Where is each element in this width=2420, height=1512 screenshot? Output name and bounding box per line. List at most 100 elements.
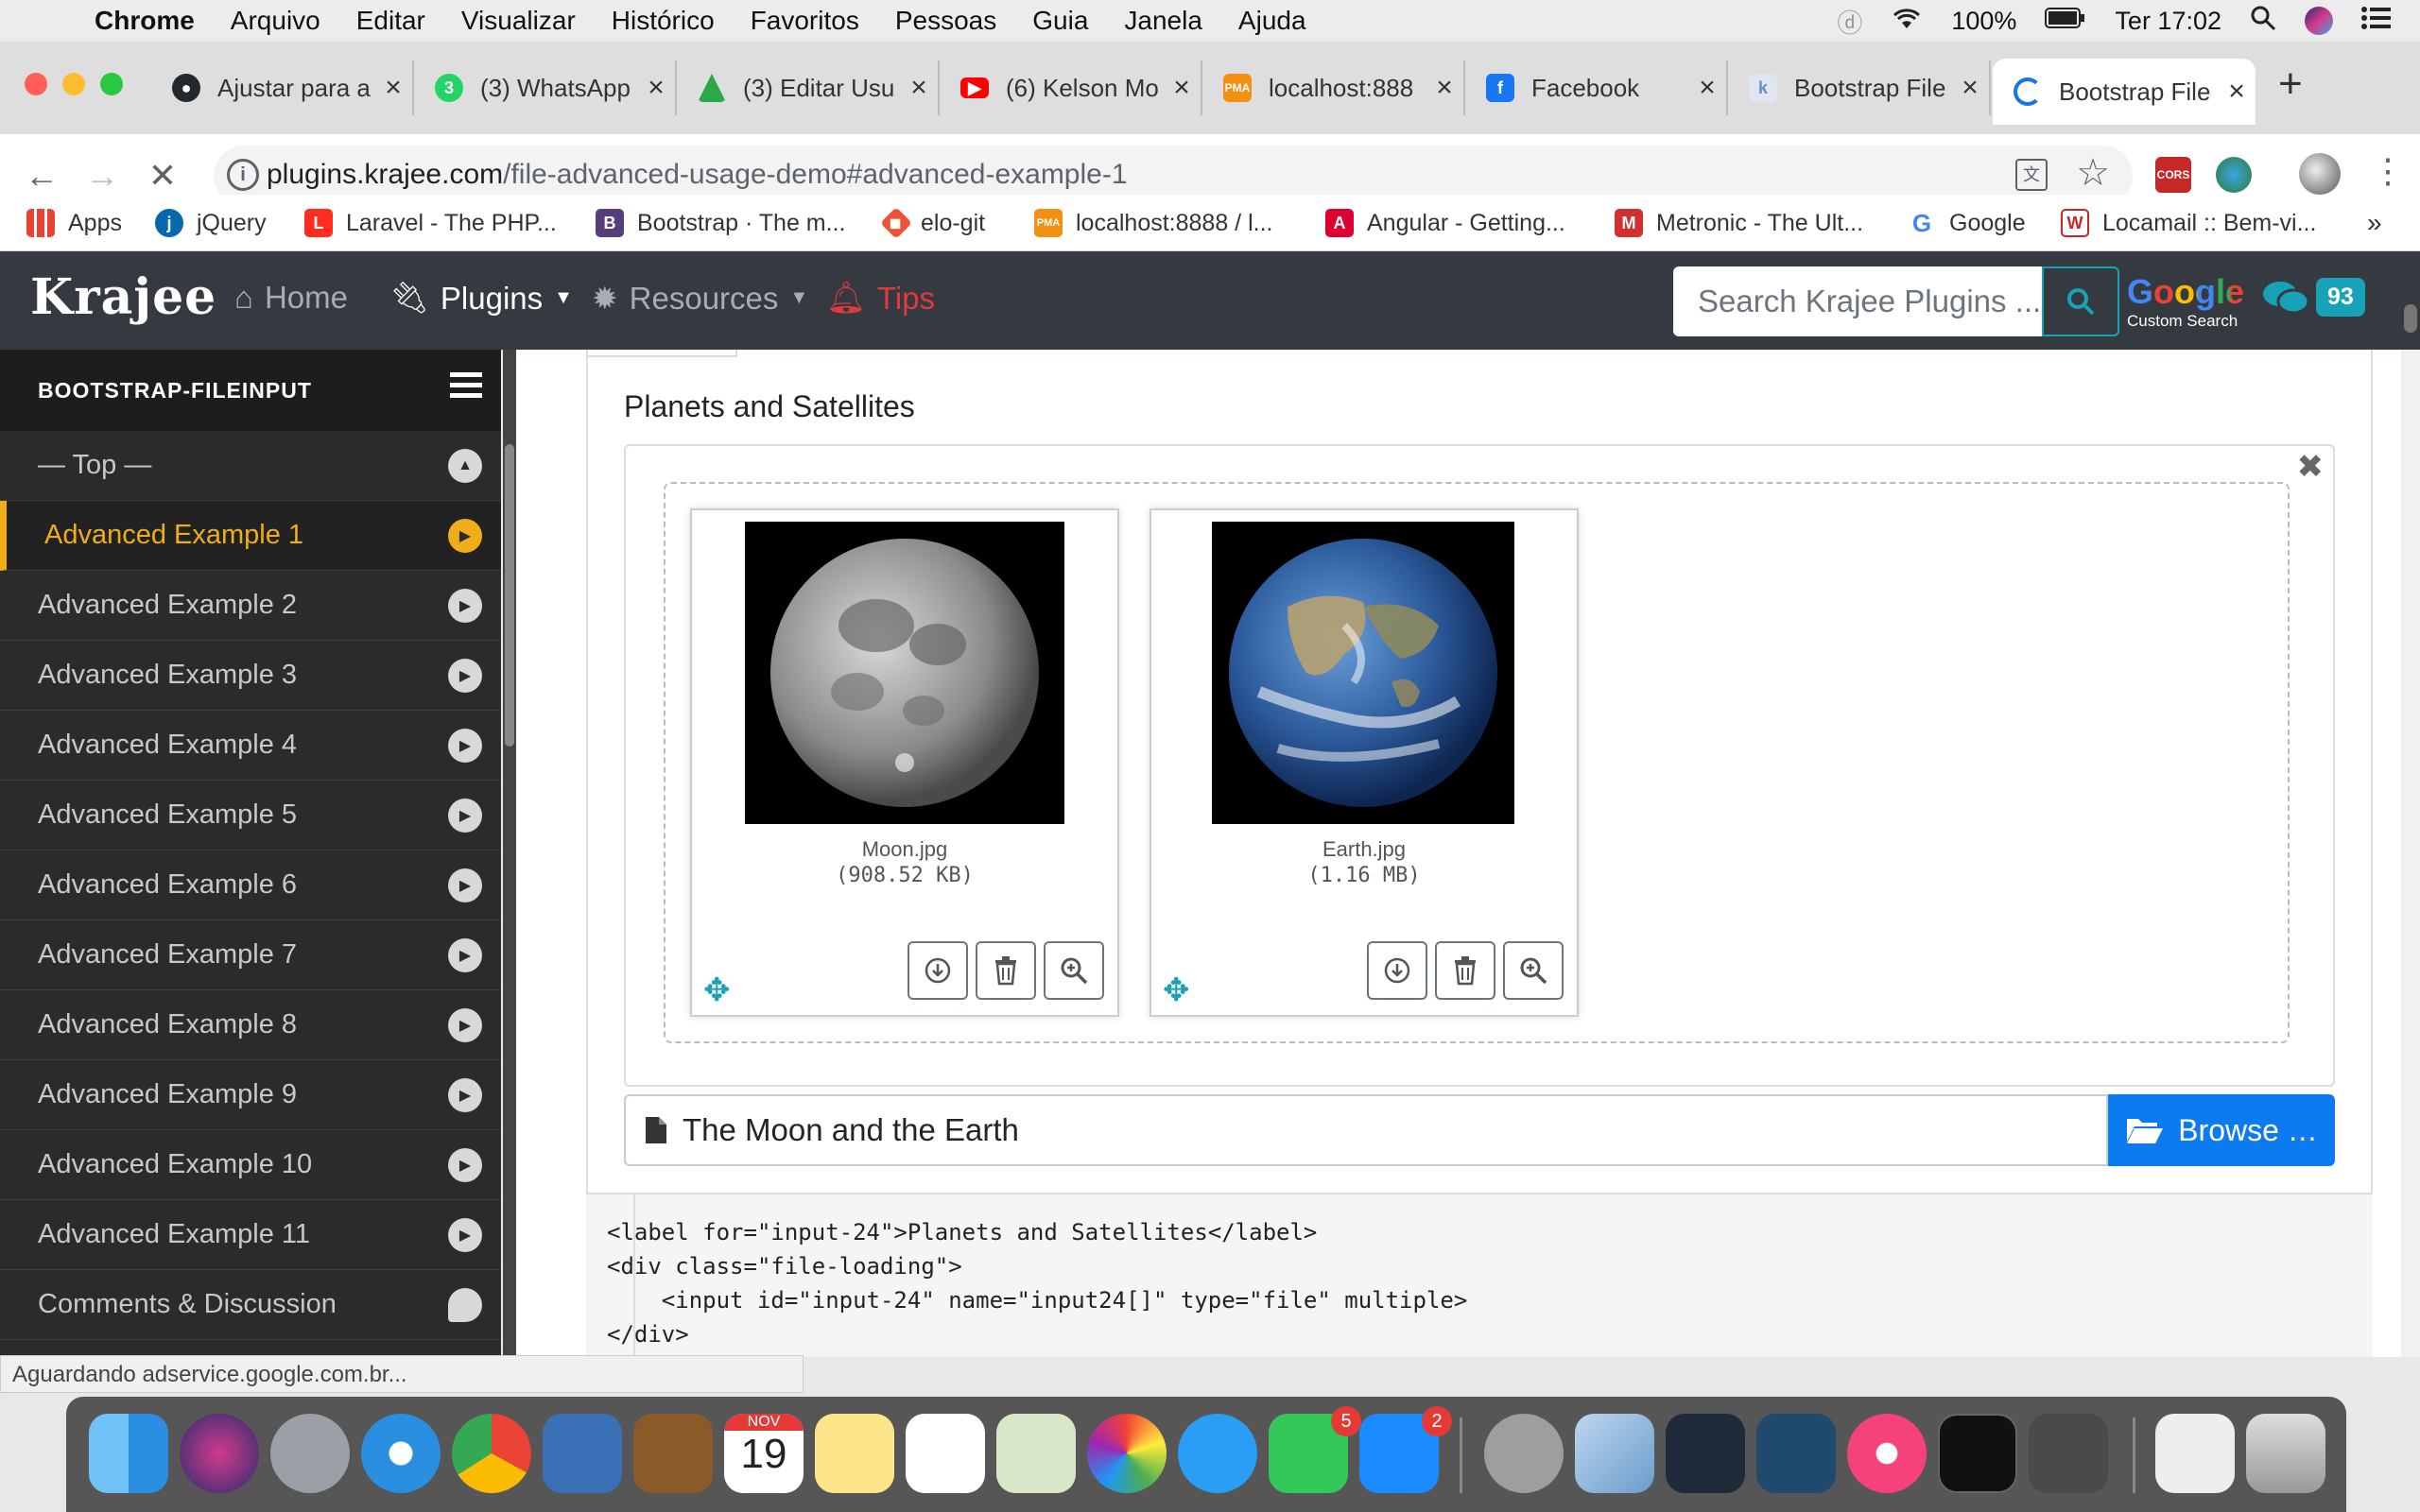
tab-facebook[interactable]: f Facebook ×: [1465, 60, 1728, 115]
tab-whatsapp[interactable]: 3 (3) WhatsApp ×: [414, 60, 677, 115]
bookmark-apps[interactable]: Apps: [26, 204, 122, 242]
siri-dock-icon[interactable]: [180, 1414, 259, 1493]
menu-historico[interactable]: Histórico: [612, 6, 715, 36]
delete-button[interactable]: [1435, 941, 1495, 1000]
tab-bootstrap-file-1[interactable]: k Bootstrap File ×: [1728, 60, 1991, 115]
sidebar-item-advanced-example-5[interactable]: Advanced Example 5 ▶: [0, 781, 501, 850]
page-scrollbar[interactable]: [2401, 350, 2420, 1357]
bookmark-angular[interactable]: A Angular - Getting...: [1325, 204, 1565, 242]
menu-editar[interactable]: Editar: [356, 6, 425, 36]
stop-loading-button[interactable]: ✕: [140, 153, 185, 198]
comments-button[interactable]: 93: [2261, 278, 2365, 317]
menu-guia[interactable]: Guia: [1032, 6, 1088, 36]
bookmarks-overflow-icon[interactable]: »: [2367, 204, 2382, 242]
finder-icon[interactable]: [89, 1414, 168, 1493]
chrome-dock-icon[interactable]: [452, 1414, 531, 1493]
krajee-logo[interactable]: Krajee: [30, 268, 216, 326]
window-close-button[interactable]: [25, 73, 47, 95]
file-caption-input[interactable]: The Moon and the Earth: [624, 1094, 2108, 1166]
nav-resources[interactable]: ✹ Resources ▼: [592, 280, 808, 317]
new-tab-button[interactable]: +: [2278, 60, 2303, 108]
sidebar-scrollbar-thumb[interactable]: [505, 444, 514, 747]
tab-editar-usuario[interactable]: (3) Editar Usu ×: [677, 60, 940, 115]
nav-home[interactable]: ⌂ Home: [234, 280, 348, 316]
virtualbox-cube-icon[interactable]: [1575, 1414, 1654, 1493]
tab-close-icon[interactable]: ×: [900, 72, 938, 104]
tab-close-icon[interactable]: ×: [2218, 76, 2256, 108]
window-zoom-button[interactable]: [100, 73, 123, 95]
menu-arquivo[interactable]: Arquivo: [231, 6, 320, 36]
bookmark-star-icon[interactable]: ☆: [2076, 151, 2110, 195]
sidebar-item-top[interactable]: — Top — ▲: [0, 431, 501, 501]
translate-icon[interactable]: 文: [2015, 159, 2048, 191]
forward-button[interactable]: →: [79, 153, 125, 198]
photos-icon[interactable]: [1087, 1414, 1167, 1493]
zoom-button[interactable]: [1503, 941, 1564, 1000]
nav-plugins[interactable]: 🔌︎ Plugins ▼: [389, 280, 573, 317]
menu-favoritos[interactable]: Favoritos: [751, 6, 859, 36]
sidebar-item-advanced-example-7[interactable]: Advanced Example 7 ▶: [0, 920, 501, 990]
browse-button[interactable]: Browse …: [2108, 1094, 2335, 1166]
delete-button[interactable]: [976, 941, 1036, 1000]
calendar-icon[interactable]: NOV 19: [724, 1414, 804, 1493]
profile-avatar[interactable]: [2299, 153, 2341, 195]
file-drop-zone[interactable]: Moon.jpg (908.52 KB) ✥ Earth.jpg (1.16 M…: [664, 482, 2290, 1043]
bookmark-jquery[interactable]: j jQuery: [155, 204, 267, 242]
sidebar-item-advanced-example-1[interactable]: Advanced Example 1 ▶: [0, 501, 501, 571]
menu-pessoas[interactable]: Pessoas: [895, 6, 996, 36]
clear-preview-close-icon[interactable]: ✖: [2297, 448, 2325, 486]
messages-icon[interactable]: [1178, 1414, 1257, 1493]
mysql-workbench-icon[interactable]: [1756, 1414, 1836, 1493]
sidebar-item-advanced-example-11[interactable]: Advanced Example 11 ▶: [0, 1200, 501, 1270]
page-scrollbar-thumb[interactable]: [2404, 304, 2417, 333]
site-info-icon[interactable]: i: [227, 159, 259, 191]
contacts-icon[interactable]: [633, 1414, 713, 1493]
nav-tips[interactable]: 🔔︎ Tips: [826, 280, 935, 317]
bookmark-metronic[interactable]: M Metronic - The Ult...: [1615, 204, 1863, 242]
menu-ajuda[interactable]: Ajuda: [1238, 6, 1306, 36]
file-preview-thumbnail[interactable]: Moon.jpg (908.52 KB) ✥: [690, 508, 1119, 1017]
trash-dock-icon[interactable]: [2246, 1414, 2325, 1493]
globe-extension-icon[interactable]: [2216, 157, 2252, 193]
chrome-menu-icon[interactable]: ⋮: [2371, 151, 2405, 191]
sublime-text-icon[interactable]: [2029, 1414, 2108, 1493]
sidebar-item-advanced-example-10[interactable]: Advanced Example 10 ▶: [0, 1130, 501, 1200]
tab-close-icon[interactable]: ×: [374, 72, 412, 104]
tab-close-icon[interactable]: ×: [637, 72, 675, 104]
siri-icon[interactable]: [2305, 7, 2333, 35]
krajee-search-button[interactable]: [2042, 266, 2119, 336]
tab-close-icon[interactable]: ×: [1688, 72, 1726, 104]
menu-app-name[interactable]: Chrome: [95, 6, 195, 36]
spotlight-search-icon[interactable]: [2250, 5, 2276, 38]
file-preview-thumbnail[interactable]: Earth.jpg (1.16 MB) ✥: [1150, 508, 1579, 1017]
itunes-icon[interactable]: [1847, 1414, 1927, 1493]
safari-icon[interactable]: [361, 1414, 441, 1493]
menu-janela[interactable]: Janela: [1124, 6, 1202, 36]
download-button[interactable]: [908, 941, 968, 1000]
menu-visualizar[interactable]: Visualizar: [461, 6, 576, 36]
tableplus-elephant-icon[interactable]: [1484, 1414, 1564, 1493]
wifi-icon[interactable]: [1891, 6, 1923, 37]
sidebar-item-advanced-example-3[interactable]: Advanced Example 3 ▶: [0, 641, 501, 711]
drag-move-icon[interactable]: ✥: [703, 971, 731, 1009]
clock[interactable]: Ter 17:02: [2115, 7, 2221, 36]
tab-close-icon[interactable]: ×: [1163, 72, 1201, 104]
krajee-search-input[interactable]: Search Krajee Plugins ...: [1673, 266, 2042, 336]
battery-icon[interactable]: [2045, 7, 2086, 36]
notes-icon[interactable]: [815, 1414, 894, 1493]
sidebar-item-advanced-example-6[interactable]: Advanced Example 6 ▶: [0, 850, 501, 920]
zoom-button[interactable]: [1044, 941, 1104, 1000]
tab-close-icon[interactable]: ×: [1951, 72, 1989, 104]
tab-bootstrap-file-active[interactable]: Bootstrap File ×: [1993, 59, 2256, 125]
bookmark-bootstrap[interactable]: B Bootstrap · The m...: [596, 204, 845, 242]
bookmark-google[interactable]: G Google: [1908, 204, 2026, 242]
url-text[interactable]: plugins.krajee.com/file-advanced-usage-d…: [267, 159, 1128, 191]
sidebar-item-advanced-example-2[interactable]: Advanced Example 2 ▶: [0, 571, 501, 641]
reminders-icon[interactable]: [906, 1414, 985, 1493]
bookmark-laravel[interactable]: L Laravel - The PHP...: [304, 204, 557, 242]
dashlane-icon[interactable]: ⓓ: [1837, 3, 1862, 40]
terminal-icon[interactable]: [1938, 1414, 2017, 1493]
tab-youtube[interactable]: ▶ (6) Kelson Mo ×: [940, 60, 1202, 115]
downloads-stack-icon[interactable]: [2155, 1414, 2235, 1493]
window-minimize-button[interactable]: [62, 73, 85, 95]
